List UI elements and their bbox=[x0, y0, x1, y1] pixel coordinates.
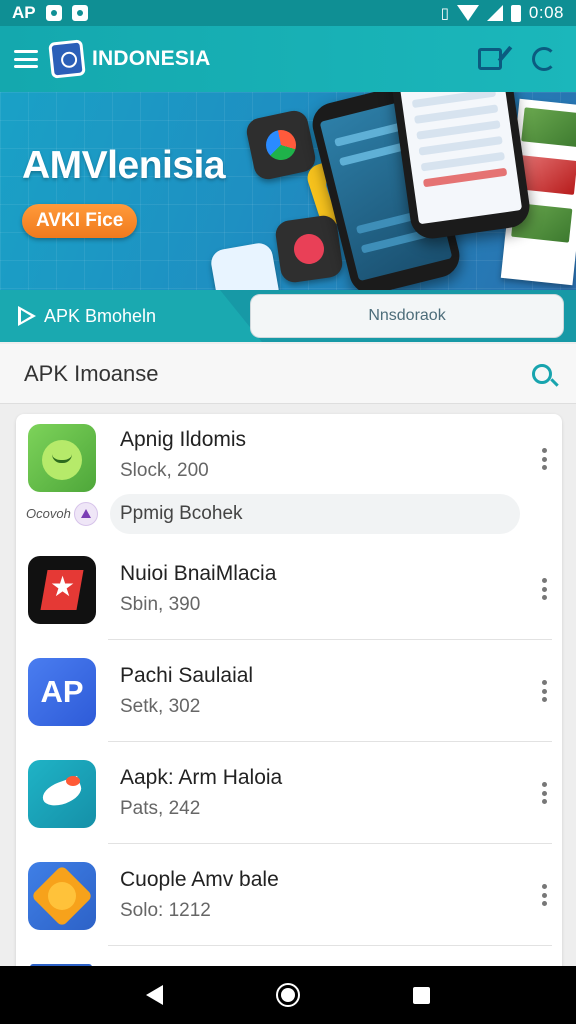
vibrate-icon: ▯ bbox=[440, 4, 449, 22]
menu-icon[interactable] bbox=[14, 50, 38, 68]
refresh-icon[interactable] bbox=[532, 47, 556, 71]
status-right: ▯ 0:08 bbox=[441, 3, 564, 23]
navigation-bar bbox=[0, 966, 576, 1024]
search-input[interactable]: Nnsdoraok bbox=[250, 294, 564, 338]
battery-icon bbox=[510, 4, 521, 22]
phone-screen bbox=[393, 92, 523, 225]
hero-title: AMVlenisia bbox=[22, 144, 226, 187]
status-time: 0:08 bbox=[528, 3, 564, 22]
strip-photo bbox=[521, 107, 576, 148]
sub-action-pill[interactable]: Ppmig Bcohek bbox=[110, 494, 520, 534]
hero-app-tile bbox=[244, 108, 318, 182]
hero-cta-button[interactable]: AVKI Fice bbox=[22, 204, 138, 238]
section-header: APK Imoanse bbox=[0, 344, 576, 404]
red-star-app-icon bbox=[28, 556, 96, 624]
notification-icon bbox=[45, 5, 62, 21]
screen-row bbox=[422, 167, 508, 188]
sub-row: Ocovoh Ppmig Bcohek bbox=[16, 494, 562, 534]
search-icon[interactable] bbox=[532, 363, 552, 384]
app-name: Apnig Ildomis bbox=[120, 428, 247, 451]
app-subtitle: Slock, 200 bbox=[120, 460, 209, 481]
ap-app-icon: AP bbox=[28, 658, 96, 726]
more-options-icon[interactable] bbox=[536, 884, 552, 906]
divider bbox=[108, 945, 552, 946]
app-name: Aapk: Arm Haloia bbox=[120, 766, 283, 789]
app-list: Apnig Ildomis Slock, 200 Ocovoh Ppmig Bc… bbox=[16, 414, 562, 974]
search-band-label[interactable]: APK Bmoheln bbox=[0, 290, 262, 342]
more-options-icon[interactable] bbox=[536, 680, 552, 702]
list-item[interactable]: Cuople Amv bale Solo: 1212 bbox=[16, 844, 562, 946]
app-name: Nuioi BnaiMlacia bbox=[120, 562, 277, 585]
signal-icon bbox=[486, 5, 503, 21]
edit-icon[interactable] bbox=[478, 48, 502, 70]
tag-icon bbox=[74, 502, 98, 526]
search-band: APK Bmoheln Nnsdoraok bbox=[0, 290, 576, 342]
hero-app-tile bbox=[273, 213, 345, 285]
status-left: AP bbox=[12, 3, 88, 23]
status-bar: AP ▯ 0:08 bbox=[0, 0, 576, 26]
app-subtitle: Sbin, 390 bbox=[120, 594, 201, 615]
notification-icon-2 bbox=[71, 5, 88, 21]
section-title: APK Imoanse bbox=[24, 360, 159, 386]
more-options-icon[interactable] bbox=[536, 578, 552, 600]
list-item[interactable]: Aapk: Arm Haloia Pats, 242 bbox=[16, 742, 562, 844]
app-subtitle: Pats, 242 bbox=[120, 798, 201, 819]
more-options-icon[interactable] bbox=[536, 448, 552, 470]
app-subtitle: Setk, 302 bbox=[120, 696, 201, 717]
app-subtitle: Solo: 1212 bbox=[120, 900, 211, 921]
home-icon[interactable] bbox=[275, 983, 300, 1007]
app-name: Cuople Amv bale bbox=[120, 868, 279, 891]
list-item[interactable]: Apnig Ildomis Slock, 200 Ocovoh Ppmig Bc… bbox=[16, 414, 562, 538]
android-app-icon bbox=[28, 424, 96, 492]
bird-app-icon bbox=[28, 760, 96, 828]
app-bar: INDONESIA bbox=[0, 26, 576, 92]
app-name: Pachi Saulaial bbox=[120, 664, 254, 687]
carrier-label: AP bbox=[12, 3, 36, 22]
hero-banner[interactable]: AMVlenisia AVKI Fice bbox=[0, 92, 576, 290]
sun-app-icon bbox=[28, 862, 96, 930]
wifi-icon bbox=[456, 5, 479, 21]
list-item[interactable]: AP Pachi Saulaial Setk, 302 bbox=[16, 640, 562, 742]
back-icon[interactable] bbox=[146, 985, 164, 1005]
app-bar-actions bbox=[478, 47, 562, 71]
list-item[interactable]: Nuioi BnaiMlacia Sbin, 390 bbox=[16, 538, 562, 640]
brand-logo-icon bbox=[48, 39, 86, 79]
sub-tag-label: Ocovoh bbox=[26, 506, 71, 521]
send-icon bbox=[18, 306, 36, 326]
recents-icon[interactable] bbox=[412, 986, 430, 1004]
more-options-icon[interactable] bbox=[536, 782, 552, 804]
search-band-label-text: APK Bmoheln bbox=[44, 305, 157, 326]
app-title: INDONESIA bbox=[92, 47, 211, 70]
